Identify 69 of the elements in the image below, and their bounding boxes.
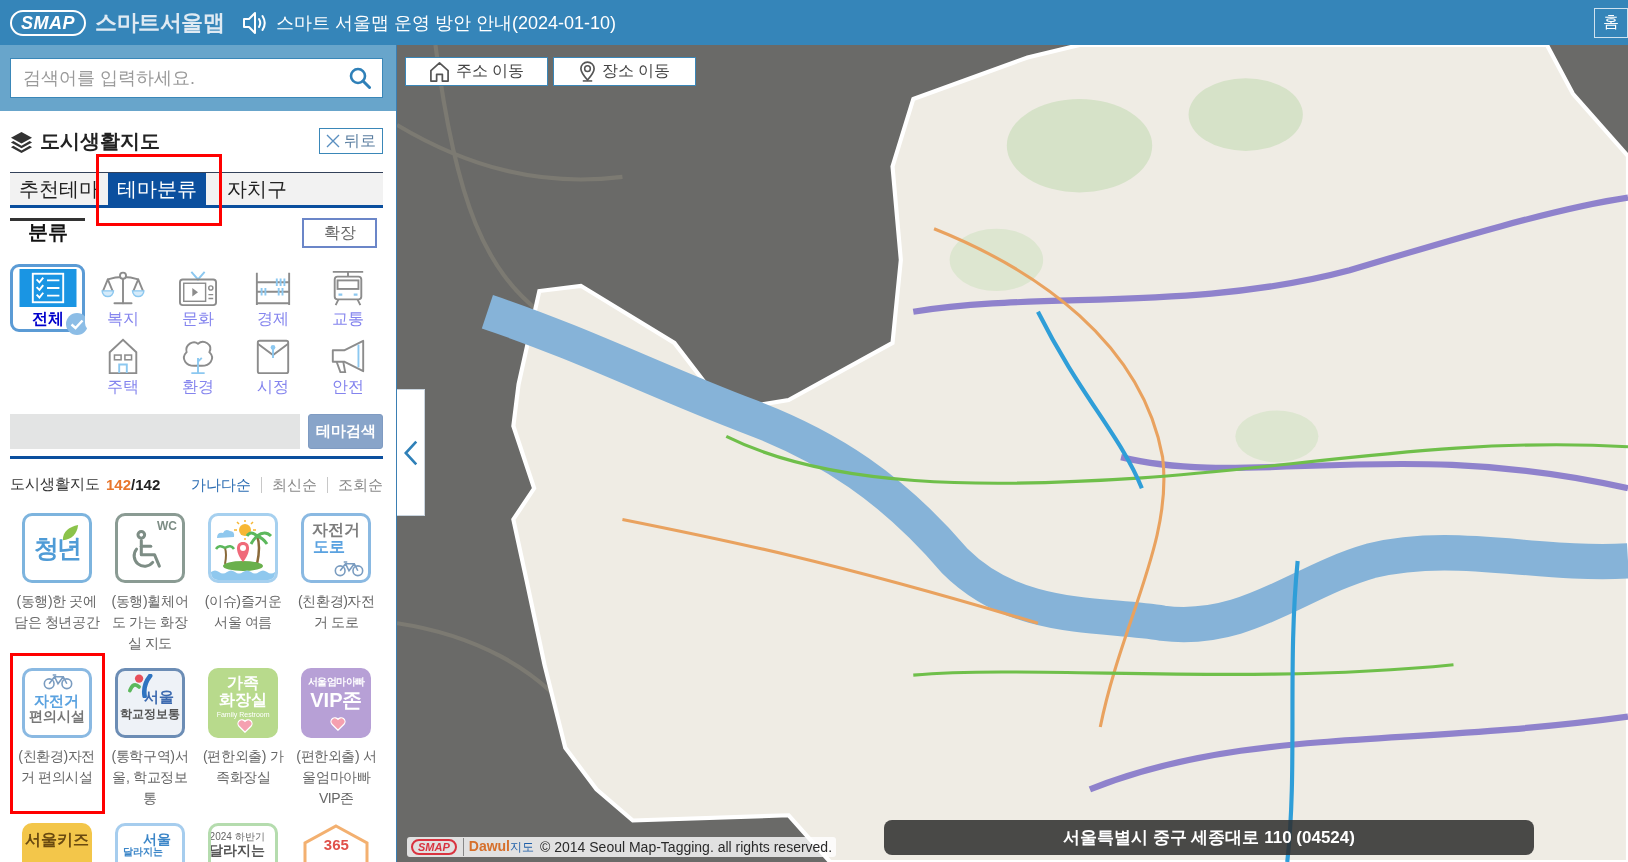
tile-text: 도로 <box>313 538 346 556</box>
pin-icon <box>578 61 596 82</box>
bicycle-icon <box>42 674 73 690</box>
address-label: 서울특별시 중구 세종대로 110 (04524) <box>884 820 1534 855</box>
house-icon <box>428 61 450 82</box>
theme-item[interactable]: 서울 학교정보통 (통학구역)서울, 학교정보통 <box>106 668 194 809</box>
theme-item[interactable]: 자전거 도로 (친환경)자전거 도로 <box>292 513 380 633</box>
tile-text: 365 <box>323 837 349 853</box>
tab[interactable]: 자치구 <box>218 173 296 205</box>
notice-link[interactable]: 스마트 서울맵 운영 방안 안내(2024-01-10) <box>276 10 617 35</box>
tile-text: 서울 <box>142 832 171 847</box>
layers-icon <box>10 129 33 153</box>
tile-text: VIP존 <box>310 689 363 711</box>
theme-item[interactable]: 자전거 편의시설 (친환경)자전거 편의시설 <box>13 668 101 788</box>
tile-text: 학교정보통 <box>119 707 180 721</box>
home-button[interactable]: 홈 <box>1594 7 1628 38</box>
theme-item[interactable]: 서울엄마아빠 VIP존 (편한외출) 서울엄마아빠VIP존 <box>292 668 380 809</box>
map-tool-button[interactable]: 장소 이동 <box>553 57 696 86</box>
smap-logo[interactable]: SMAP <box>10 9 86 36</box>
search-field[interactable]: 검색어를 입력하세요. <box>10 58 383 98</box>
theme-search-field[interactable] <box>10 414 300 449</box>
theme-item[interactable]: 서울 달라지는 <box>114 823 185 862</box>
expand-button[interactable]: 확장 <box>302 218 377 248</box>
tile-text: WC <box>156 520 177 533</box>
tile-text: 가족 <box>227 675 260 692</box>
panel-title: 도시생활지도 <box>40 128 160 154</box>
chevron-left-icon <box>403 438 418 467</box>
section-heading: 분류 <box>10 218 85 243</box>
scales-icon <box>98 269 147 307</box>
tile-text: 서울키즈 <box>24 832 89 849</box>
sort-option[interactable]: 가나다순 <box>181 476 261 493</box>
map-tool-button[interactable]: 주소 이동 <box>405 57 548 86</box>
close-icon <box>326 134 340 148</box>
speaker-icon <box>242 10 268 35</box>
provider-logo: Dawul지도 <box>462 838 534 856</box>
category-item[interactable]: 전체 <box>10 264 85 332</box>
back-button[interactable]: 뒤로 <box>319 128 383 154</box>
tile-text: 화장실 <box>219 691 268 709</box>
app-name[interactable]: 스마트서울맵 <box>95 7 224 38</box>
tile-text: 자전거 <box>312 522 361 539</box>
tab[interactable]: 테마분류 <box>108 173 206 205</box>
heart-icon <box>330 717 347 731</box>
theme-item[interactable]: WC (동행)휠체어도 가는 화장실 지도 <box>106 513 194 654</box>
list-title: 도시생활지도 <box>10 475 100 494</box>
map-logo: SMAP <box>411 839 457 855</box>
theme-search-button[interactable]: 테마검색 <box>308 414 383 449</box>
tile-text: 서울엄마아빠 <box>307 677 365 688</box>
sort-option[interactable]: 조회순 <box>327 476 383 493</box>
tile-text: 서울 <box>143 689 174 705</box>
tile-text: 자전거 <box>34 693 80 709</box>
tab[interactable]: 추천테마 <box>10 173 108 205</box>
tile-text: 청년 <box>33 534 80 562</box>
tile-text: 달라지는 <box>211 842 266 858</box>
collapse-button[interactable] <box>397 389 425 516</box>
check-badge-icon <box>66 313 88 335</box>
theme-item[interactable]: 청년 (동행)한 곳에 담은 청년공간 <box>13 513 101 633</box>
bicycle-icon <box>334 561 365 577</box>
tile-text: 편의시설 <box>28 708 85 724</box>
copyright-text: © 2014 Seoul Map-Tagging. all rights reserved. <box>540 839 833 855</box>
checklist-icon <box>17 269 78 307</box>
result-count: 142/142 <box>106 476 161 493</box>
search-icon[interactable] <box>349 67 371 89</box>
theme-item[interactable]: 서울키즈 <box>21 823 92 862</box>
theme-item[interactable]: 365 <box>301 823 372 862</box>
tile-text: 달라지는 <box>122 846 163 858</box>
theme-item[interactable]: (이슈)즐거운 서울 여름 <box>199 513 287 633</box>
heart-icon <box>237 719 254 733</box>
sort-option[interactable]: 최신순 <box>261 476 327 493</box>
map-drawing[interactable] <box>397 45 1628 862</box>
